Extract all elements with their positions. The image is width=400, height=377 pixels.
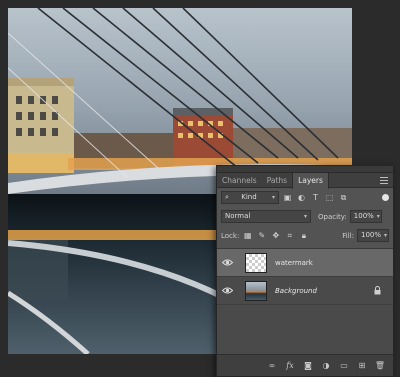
visibility-eye-icon[interactable]	[217, 259, 237, 266]
fill-field[interactable]: 100% ▾	[357, 229, 389, 242]
blend-mode-select[interactable]: Normal ▾	[221, 210, 311, 223]
layer-thumbnail	[245, 280, 267, 301]
layer-background[interactable]: Background	[217, 277, 393, 305]
filter-toggle-icon[interactable]	[382, 194, 389, 201]
filter-kind-select[interactable]: ⌕ Kind ▾	[221, 191, 279, 204]
opacity-field[interactable]: 100% ▾	[349, 210, 382, 223]
panel-tabs: Channels Paths Layers	[217, 173, 393, 189]
search-icon: ⌕	[225, 193, 229, 201]
type-filter-icon[interactable]: T	[310, 192, 321, 203]
pixel-filter-icon[interactable]: ▣	[282, 192, 293, 203]
layer-watermark[interactable]: watermark	[217, 249, 393, 277]
link-icon[interactable]: ∞	[267, 361, 277, 371]
filter-kind-value: Kind	[241, 193, 257, 201]
lock-pixels-icon[interactable]: ✎	[256, 230, 267, 241]
chevron-down-icon: ▾	[271, 194, 275, 201]
tab-channels[interactable]: Channels	[217, 173, 262, 187]
lock-row: Lock: ▦ ✎ ✥ ⌗ 🔒︎ Fill: 100% ▾	[217, 226, 393, 245]
panel-footer: ∞ fx ◙ ◑ ▭ ⊞ 🗑︎	[217, 354, 393, 376]
chevron-down-icon: ▾	[303, 213, 307, 220]
visibility-eye-icon[interactable]	[217, 287, 237, 294]
adjustment-filter-icon[interactable]: ◐	[296, 192, 307, 203]
layer-name[interactable]: Background	[275, 287, 317, 295]
tab-paths[interactable]: Paths	[262, 173, 292, 187]
mask-icon[interactable]: ◙	[303, 361, 313, 371]
fx-icon[interactable]: fx	[285, 361, 295, 371]
chevron-down-icon: ▾	[376, 213, 380, 220]
lock-position-icon[interactable]: ✥	[270, 230, 281, 241]
lock-icon	[374, 286, 381, 297]
fill-value: 100%	[361, 231, 382, 239]
chevron-down-icon: ▾	[384, 232, 388, 239]
opacity-value: 100%	[353, 212, 374, 220]
smart-object-filter-icon[interactable]: ⧉	[338, 192, 349, 203]
opacity-label: Opacity:	[318, 212, 347, 221]
folder-icon[interactable]: ▭	[339, 361, 349, 371]
panel-menu-icon[interactable]	[380, 177, 388, 184]
lock-all-icon[interactable]: 🔒︎	[298, 230, 309, 241]
adjustment-icon[interactable]: ◑	[321, 361, 331, 371]
trash-icon[interactable]: 🗑︎	[375, 361, 385, 371]
new-layer-icon[interactable]: ⊞	[357, 361, 367, 371]
shape-filter-icon[interactable]: ⬚	[324, 192, 335, 203]
fill-label: Fill:	[342, 231, 354, 240]
blend-mode-value: Normal	[225, 212, 251, 220]
filter-row: ⌕ Kind ▾ ▣ ◐ T ⬚ ⧉	[217, 188, 393, 207]
lock-transparent-icon[interactable]: ▦	[242, 230, 253, 241]
layers-panel: Channels Paths Layers ⌕ Kind ▾ ▣ ◐ T ⬚ ⧉…	[216, 165, 394, 377]
blend-row: Normal ▾ Opacity: 100% ▾	[217, 207, 393, 226]
layer-thumbnail	[245, 252, 267, 273]
tab-layers[interactable]: Layers	[292, 173, 329, 189]
lock-label: Lock:	[221, 231, 240, 240]
lock-artboard-icon[interactable]: ⌗	[284, 230, 295, 241]
panel-drag-bar[interactable]	[217, 166, 393, 173]
layer-name[interactable]: watermark	[275, 259, 313, 267]
